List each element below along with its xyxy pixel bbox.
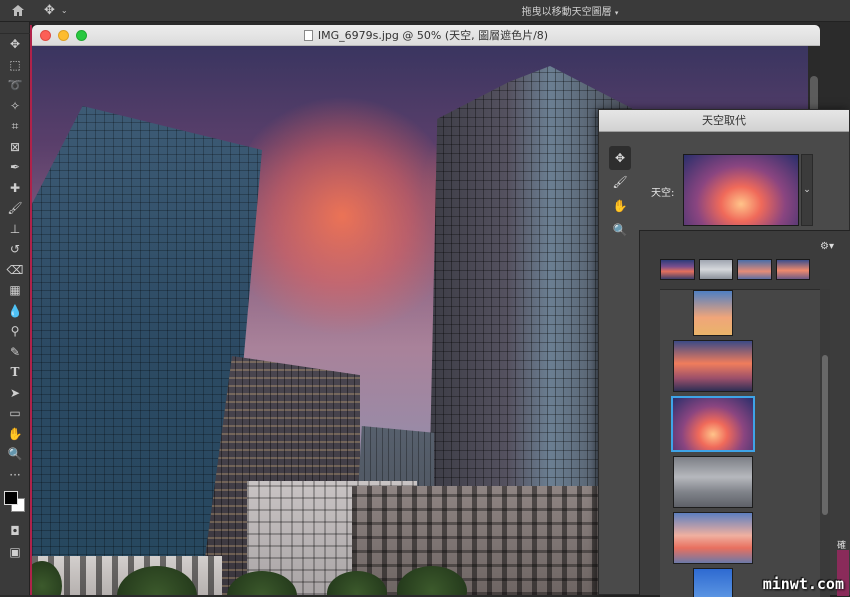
selected-sky-preview[interactable] [683,154,799,226]
more-tools-icon[interactable]: ··· [0,465,30,486]
lasso-tool-icon[interactable]: ➰ [0,75,30,96]
move-tool-icon[interactable]: ✥ [0,34,30,55]
sky-dropdown-button[interactable]: ⌄ [801,154,813,226]
quick-mask-icon[interactable]: ◘ [0,521,30,542]
screen-mode-icon[interactable]: ▣ [0,542,30,563]
type-tool-icon[interactable]: T [0,362,30,383]
sky-preset-thumbnail[interactable] [673,512,753,564]
frame-tool-icon[interactable]: ⊠ [0,137,30,158]
history-brush-tool-icon[interactable]: ↺ [0,239,30,260]
sky-replacement-dialog: 天空取代 ✥ 🖌 ✋ 🔍 天空: ⌄ ⚙▾ 確定 [598,109,850,597]
rectangle-tool-icon[interactable]: ▭ [0,403,30,424]
panel-grip[interactable] [0,22,30,34]
recent-sky-thumbnail[interactable] [775,259,810,280]
zoom-tool-icon[interactable]: 🔍 [0,444,30,465]
scrollbar-thumb[interactable] [822,355,828,515]
gradient-tool-icon[interactable]: ▦ [0,280,30,301]
pen-tool-icon[interactable]: ✎ [0,342,30,363]
clone-stamp-tool-icon[interactable]: ⊥ [0,219,30,240]
sky-preset-thumbnail[interactable] [673,456,753,508]
app-title: 拖曳以移動天空圖層 ▾ [0,3,850,18]
app-title-caret: ▾ [614,9,619,17]
crop-tool-icon[interactable]: ⌗ [0,116,30,137]
brush-tool-icon[interactable]: 🖌 [0,198,30,219]
tools-panel: ✥ ⬚ ➰ ✧ ⌗ ⊠ ✒ ✚ 🖌 ⊥ ↺ ⌫ ▦ 💧 ⚲ ✎ T ➤ ▭ ✋ … [0,22,30,595]
recent-sky-thumbnail[interactable] [660,259,695,280]
sky-preset-thumbnail-selected[interactable] [671,396,755,452]
dialog-tools: ✥ 🖌 ✋ 🔍 [609,146,631,242]
hand-tool-icon[interactable]: ✋ [0,424,30,445]
watermark: minwt.com [762,575,844,593]
sky-preset-thumbnail[interactable] [693,568,733,597]
eraser-tool-icon[interactable]: ⌫ [0,260,30,281]
eyedropper-tool-icon[interactable]: ✒ [0,157,30,178]
color-swatches [0,485,30,521]
recent-sky-thumbnail[interactable] [737,259,772,280]
move-tool-icon[interactable]: ✥ [609,146,631,170]
chevron-down-icon: ⌄ [803,185,811,195]
recent-sky-thumbnail[interactable] [698,259,733,280]
dialog-title[interactable]: 天空取代 [599,110,849,132]
sky-brush-icon[interactable]: 🖌 [609,170,631,194]
document-title: IMG_6979s.jpg @ 50% (天空, 圖層遮色片/8) [32,27,820,43]
sky-selector-row: 天空: ⌄ [643,154,850,226]
options-bar: ✥ ⌄ 拖曳以移動天空圖層 ▾ [0,0,850,22]
app-title-text: 拖曳以移動天空圖層 [521,7,612,18]
sky-preset-thumbnail[interactable] [673,340,753,392]
hand-tool-icon[interactable]: ✋ [609,194,631,218]
magic-wand-tool-icon[interactable]: ✧ [0,96,30,117]
dodge-tool-icon[interactable]: ⚲ [0,321,30,342]
sky-label: 天空: [651,188,675,199]
preset-list-scrollbar[interactable] [820,289,830,597]
sky-preset-list[interactable] [660,289,820,597]
path-selection-tool-icon[interactable]: ➤ [0,383,30,404]
file-icon [303,29,313,41]
foreground-color-swatch[interactable] [4,491,18,505]
marquee-tool-icon[interactable]: ⬚ [0,55,30,76]
sky-preset-thumbnail[interactable] [693,290,733,336]
sky-preset-popup: ⚙▾ [639,230,850,597]
document-titlebar[interactable]: IMG_6979s.jpg @ 50% (天空, 圖層遮色片/8) [32,25,820,46]
zoom-tool-icon[interactable]: 🔍 [609,218,631,242]
recent-skies-strip [660,259,810,281]
blur-tool-icon[interactable]: 💧 [0,301,30,322]
healing-brush-tool-icon[interactable]: ✚ [0,178,30,199]
gear-icon[interactable]: ⚙▾ [820,241,834,252]
document-title-text: IMG_6979s.jpg @ 50% (天空, 圖層遮色片/8) [317,29,549,42]
